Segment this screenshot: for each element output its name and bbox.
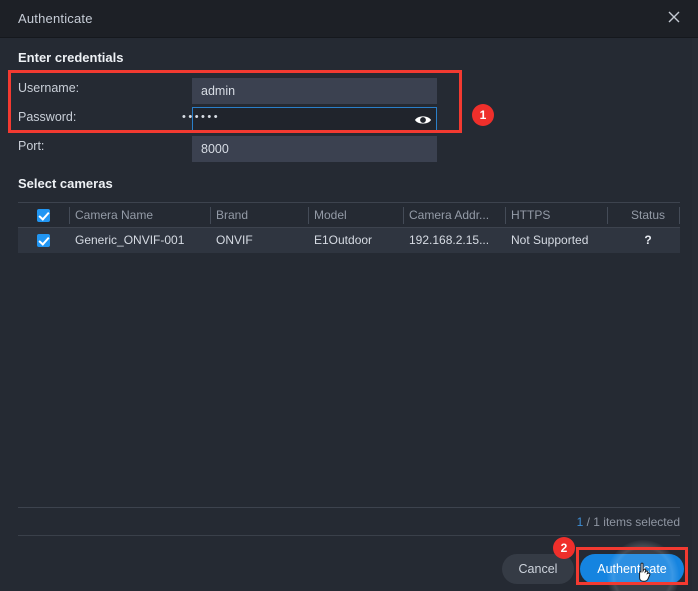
column-header-status[interactable]: Status xyxy=(613,203,683,228)
column-header-camera-address[interactable]: Camera Addr... xyxy=(409,203,506,228)
column-header-https[interactable]: HTTPS xyxy=(511,203,607,228)
select-all-checkbox[interactable] xyxy=(37,209,50,222)
footer-divider xyxy=(18,535,680,536)
table-row[interactable]: Generic_ONVIF-001 ONVIF E1Outdoor 192.16… xyxy=(18,228,680,253)
password-label: Password: xyxy=(18,110,77,124)
annotation-badge-2: 2 xyxy=(553,537,575,559)
cell-https: Not Supported xyxy=(511,233,589,247)
dialog-title: Authenticate xyxy=(18,11,93,26)
cameras-table: Camera Name Brand Model Camera Addr... H… xyxy=(18,202,680,508)
selection-total: 1 items selected xyxy=(593,515,680,529)
selection-summary: 1 / 1 items selected xyxy=(577,515,680,529)
password-input[interactable] xyxy=(192,107,437,133)
cell-status-unknown-icon: ? xyxy=(644,233,652,247)
enter-credentials-heading: Enter credentials xyxy=(18,50,124,65)
eye-icon[interactable] xyxy=(413,111,433,129)
dialog-titlebar: Authenticate xyxy=(0,0,698,38)
table-header-row: Camera Name Brand Model Camera Addr... H… xyxy=(18,203,680,228)
cell-model: E1Outdoor xyxy=(314,233,373,247)
cell-brand: ONVIF xyxy=(216,233,253,247)
username-input[interactable] xyxy=(192,78,437,104)
port-label: Port: xyxy=(18,139,45,153)
authenticate-dialog: Authenticate Enter credentials Username:… xyxy=(0,0,698,591)
password-masked-value: •••••• xyxy=(182,111,221,123)
select-cameras-heading: Select cameras xyxy=(18,176,113,191)
column-header-camera-name[interactable]: Camera Name xyxy=(75,203,210,228)
username-label: Username: xyxy=(18,81,80,95)
annotation-badge-1: 1 xyxy=(472,104,494,126)
row-select-checkbox[interactable] xyxy=(37,234,50,247)
close-icon[interactable] xyxy=(664,9,684,29)
username-row: Username: xyxy=(18,78,438,104)
cell-camera-name: Generic_ONVIF-001 xyxy=(75,233,185,247)
port-input[interactable] xyxy=(192,136,437,162)
dialog-scrollbar[interactable] xyxy=(692,38,698,591)
selection-separator: / xyxy=(583,515,594,529)
password-row: Password: xyxy=(18,107,438,133)
column-header-model[interactable]: Model xyxy=(314,203,409,228)
port-row: Port: xyxy=(18,136,438,162)
column-header-brand[interactable]: Brand xyxy=(216,203,311,228)
cell-camera-address: 192.168.2.15... xyxy=(409,233,490,247)
authenticate-button[interactable]: Authenticate xyxy=(580,554,684,584)
